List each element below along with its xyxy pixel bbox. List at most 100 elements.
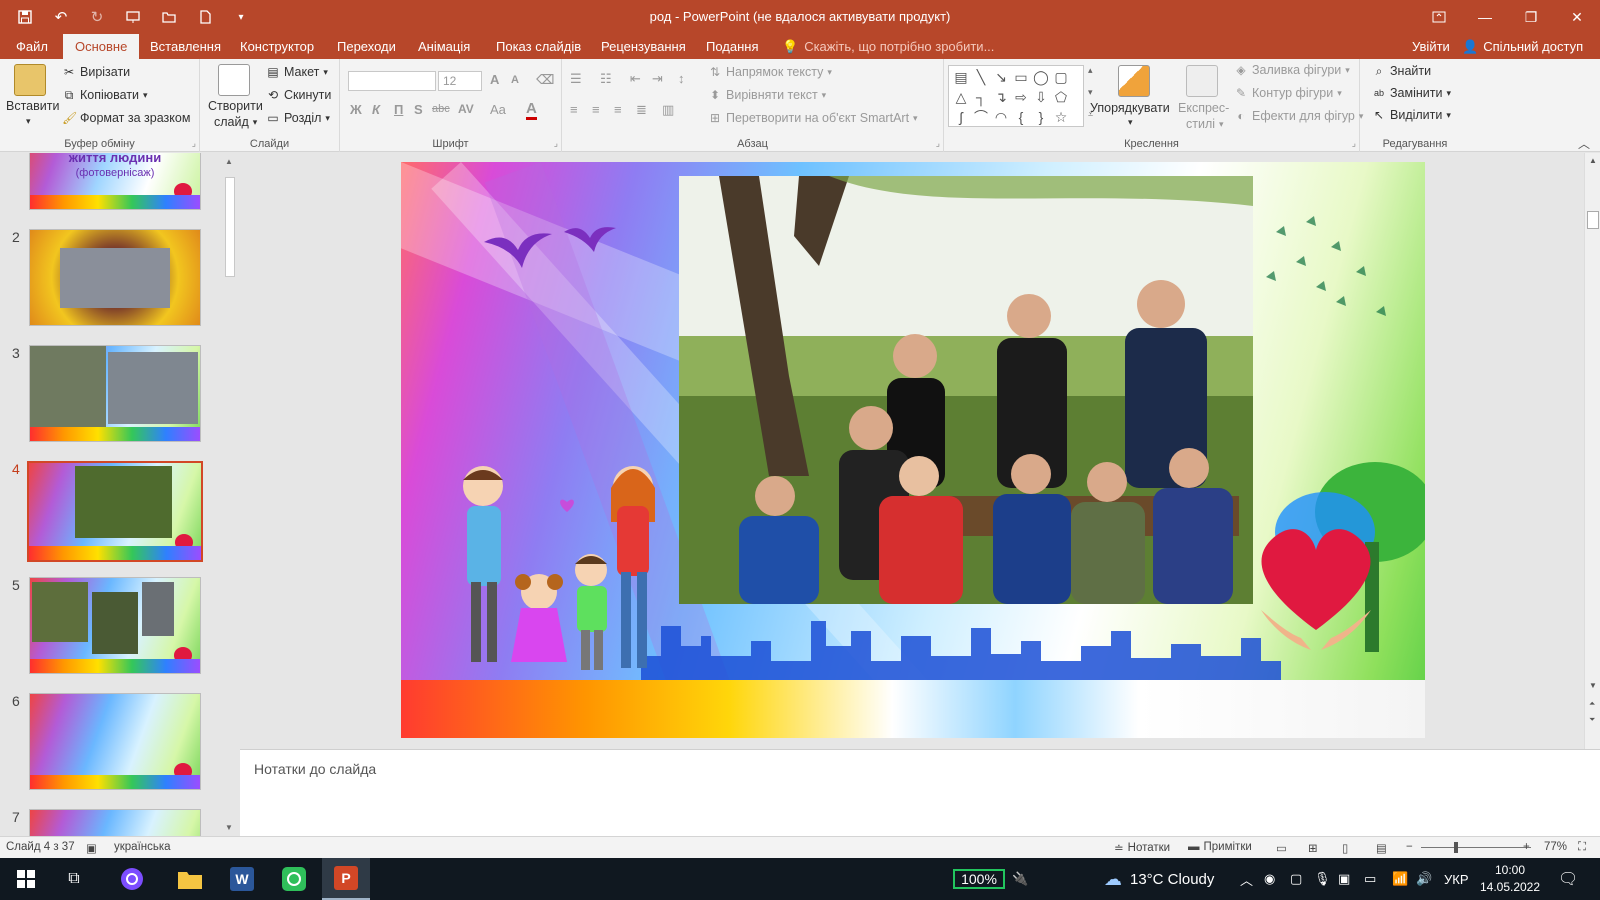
thumbnail-scrollbar[interactable]: ▲ ▼ xyxy=(223,153,237,836)
convert-smartart-button[interactable]: ⊞ Перетворити на об'єкт SmartArt ▾ xyxy=(708,111,918,125)
down-arrow-shape-icon[interactable]: ⇩ xyxy=(1031,87,1051,107)
copy-dropdown-icon[interactable]: ▾ xyxy=(143,90,148,101)
file-explorer-icon[interactable] xyxy=(166,858,214,900)
shrink-font-button[interactable]: A xyxy=(511,74,519,86)
change-case-button[interactable]: Aa xyxy=(490,102,506,117)
bullets-icon[interactable]: ☰ xyxy=(570,71,582,87)
clear-formatting-icon[interactable]: ⌫ xyxy=(536,72,554,88)
star-shape-icon[interactable]: ☆ xyxy=(1051,107,1071,127)
reading-view-icon[interactable]: ▯ xyxy=(1342,841,1348,855)
screenshot-tool-icon[interactable] xyxy=(270,858,318,900)
language-indicator[interactable]: українська xyxy=(114,841,171,853)
replace-button[interactable]: ab Замінити ▾ xyxy=(1372,86,1451,100)
find-button[interactable]: ⌕ Знайти xyxy=(1372,64,1431,78)
fit-slide-icon[interactable]: ⛶ xyxy=(1578,841,1586,854)
cut-button[interactable]: ✂ Вирізати xyxy=(62,65,130,79)
quick-styles-label-2[interactable]: стилі ▾ xyxy=(1186,117,1224,131)
tab-slideshow[interactable]: Показ слайдів xyxy=(484,34,593,59)
zoom-in-icon[interactable]: + xyxy=(1523,841,1530,853)
elbow-arrow-icon[interactable]: ↴ xyxy=(991,87,1011,107)
microphone-icon[interactable]: 🎙 xyxy=(1314,858,1331,900)
tab-animations[interactable]: Анімація xyxy=(406,34,482,59)
device-icon[interactable]: ▢ xyxy=(1290,858,1302,900)
powerpoint-icon[interactable]: P xyxy=(322,858,370,900)
notes-pane[interactable]: Нотатки до слайда xyxy=(240,749,1600,836)
character-spacing-button[interactable]: AV xyxy=(458,102,474,116)
paste-icon[interactable] xyxy=(14,64,46,96)
line-spacing-icon[interactable]: ↕ xyxy=(678,71,685,86)
drawing-dialog-launcher-icon[interactable]: ⌟ xyxy=(1352,138,1356,149)
normal-view-icon[interactable]: ▭ xyxy=(1276,841,1287,855)
scroll-down-icon[interactable]: ▼ xyxy=(225,823,233,832)
arc-shape-icon[interactable]: ◠ xyxy=(991,107,1011,127)
slideshow-view-icon[interactable]: ▤ xyxy=(1376,841,1387,855)
zoom-slider-track[interactable] xyxy=(1421,847,1531,848)
thumbnail-image[interactable] xyxy=(29,693,201,790)
justify-icon[interactable]: ≣ xyxy=(636,102,647,118)
input-language[interactable]: УКР xyxy=(1444,858,1469,900)
task-view-icon[interactable]: ⧉ xyxy=(52,858,96,900)
spell-check-icon[interactable]: ▣ xyxy=(86,841,97,855)
weather-widget[interactable]: ☁ 13°C Cloudy xyxy=(1104,858,1214,900)
thumbnail-image[interactable] xyxy=(29,577,201,674)
oval-shape-icon[interactable]: ◯ xyxy=(1031,67,1051,87)
shapes-scroll-down-icon[interactable]: ▾ xyxy=(1088,87,1093,98)
shape-effects-button[interactable]: ◐ Ефекти для фігур ▾ xyxy=(1234,109,1363,123)
screen-record-icon[interactable]: ▣ xyxy=(1338,858,1350,900)
bold-button[interactable]: Ж xyxy=(350,102,362,117)
columns-icon[interactable]: ▥ xyxy=(662,102,674,118)
brace-right-shape-icon[interactable]: } xyxy=(1031,107,1051,127)
new-slide-icon[interactable] xyxy=(218,64,250,96)
font-name-combo[interactable] xyxy=(348,71,436,91)
shapes-scroll-up-icon[interactable]: ▴ xyxy=(1088,65,1093,76)
select-button[interactable]: ↖ Виділити ▾ xyxy=(1372,108,1451,122)
close-icon[interactable]: ✕ xyxy=(1554,0,1600,34)
comments-toggle[interactable]: ▬ Примітки xyxy=(1188,841,1252,853)
windows-start-icon[interactable] xyxy=(4,858,48,900)
tab-home[interactable]: Основне xyxy=(63,34,140,59)
shape-fill-button[interactable]: ◈ Заливка фігури ▾ xyxy=(1234,63,1349,77)
font-dialog-launcher-icon[interactable]: ⌟ xyxy=(554,138,558,149)
shadow-button[interactable]: S xyxy=(414,102,423,117)
charging-plug-icon[interactable]: 🔌 xyxy=(1012,858,1028,900)
tab-view[interactable]: Подання xyxy=(694,34,771,59)
thumbnail-image[interactable] xyxy=(29,809,201,836)
arrange-icon[interactable] xyxy=(1118,65,1150,97)
increase-indent-icon[interactable]: ⇥ xyxy=(652,71,663,87)
triangle-shape-icon[interactable]: △ xyxy=(951,87,971,107)
family-photo[interactable] xyxy=(679,176,1253,604)
decrease-indent-icon[interactable]: ⇤ xyxy=(630,71,641,87)
scroll-thumb[interactable] xyxy=(1587,211,1599,229)
shapes-gallery[interactable]: ▤ ╲ ↘ ▭ ◯ ▢ △ ┐ ↴ ⇨ ⇩ ⬠ ʃ ⌒ ◠ { } ☆ xyxy=(948,65,1084,127)
word-icon[interactable]: W xyxy=(218,858,266,900)
restore-icon[interactable]: ❐ xyxy=(1508,0,1554,34)
arrange-dropdown-icon[interactable]: ▾ xyxy=(1128,117,1133,128)
next-slide-icon[interactable]: ⏷ xyxy=(1589,715,1595,725)
cortana-icon[interactable] xyxy=(108,858,156,900)
share-button[interactable]: 👤 Спільний доступ xyxy=(1462,34,1583,59)
thumbnail-image-selected[interactable] xyxy=(27,461,203,562)
line-shape-icon[interactable]: ╲ xyxy=(971,67,991,87)
font-size-combo[interactable]: 12 xyxy=(438,71,482,91)
new-slide-label-1[interactable]: Створити xyxy=(208,99,263,113)
scroll-up-icon[interactable]: ▲ xyxy=(1589,156,1597,165)
rectangle-shape-icon[interactable]: ▭ xyxy=(1011,67,1031,87)
wifi-icon[interactable]: 📶 xyxy=(1392,858,1408,900)
tab-file[interactable]: Файл xyxy=(4,34,60,59)
arrow-line-shape-icon[interactable]: ↘ xyxy=(991,67,1011,87)
new-slide-label-2[interactable]: слайд ▾ xyxy=(214,115,257,129)
slide-sorter-icon[interactable]: ⊞ xyxy=(1308,841,1318,855)
elbow-connector-icon[interactable]: ┐ xyxy=(971,87,991,107)
thumbnail-image[interactable]: життя людини (фотовернісаж) xyxy=(29,153,201,210)
paste-button[interactable]: Вставити xyxy=(6,99,59,113)
previous-slide-icon[interactable]: ⏶ xyxy=(1589,699,1595,709)
numbering-icon[interactable]: ☷ xyxy=(600,71,612,87)
section-button[interactable]: ▭ Розділ ▾ xyxy=(266,111,330,125)
right-arrow-shape-icon[interactable]: ⇨ xyxy=(1011,87,1031,107)
clock[interactable]: 10:00 14.05.2022 xyxy=(1474,862,1546,896)
location-icon[interactable]: ◉ xyxy=(1264,858,1275,900)
underline-button[interactable]: П xyxy=(394,102,403,117)
italic-button[interactable]: К xyxy=(372,102,380,117)
brace-left-shape-icon[interactable]: { xyxy=(1011,107,1031,127)
current-slide[interactable] xyxy=(401,162,1425,738)
